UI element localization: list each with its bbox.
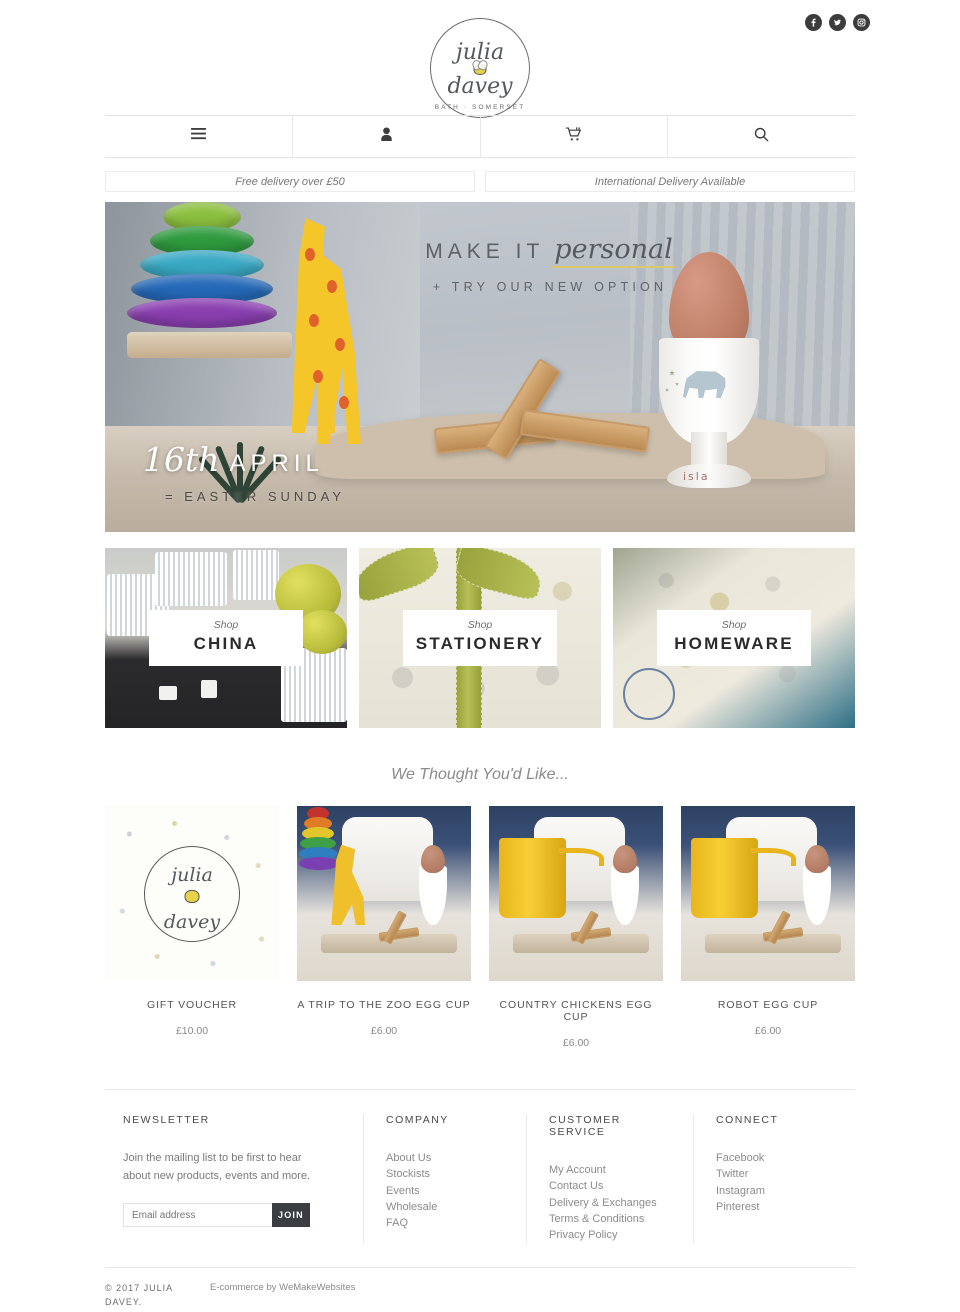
footer-link-contact-us[interactable]: Contact Us — [549, 1178, 671, 1194]
hero-line-3: + TRY OUR NEW OPTION — [432, 280, 668, 294]
product-image-robot-egg-cup[interactable] — [681, 806, 855, 981]
footer-link-faq[interactable]: FAQ — [386, 1215, 504, 1231]
category-shop-text: Shop — [213, 619, 239, 631]
footer-connect: CONNECT Facebook Twitter Instagram Pinte… — [693, 1114, 855, 1244]
nav-account-button[interactable] — [293, 116, 481, 157]
footer-link-facebook[interactable]: Facebook — [716, 1150, 833, 1166]
footer-link-delivery-exchanges[interactable]: Delivery & Exchanges — [549, 1195, 671, 1211]
promo-bars: Free delivery over £50 International Del… — [105, 158, 855, 202]
product-grid: julia davey GIFT VOUCHER £10.00 A TRIP T… — [105, 806, 855, 1049]
copyright-text: © 2017 JULIA DAVEY. — [105, 1283, 173, 1307]
nav-search-button[interactable] — [668, 116, 855, 157]
hero-headline: MAKE IT personal + TRY OUR NEW OPTION — [385, 234, 715, 294]
product-name: ROBOT EGG CUP — [717, 999, 819, 1011]
footer-link-privacy-policy[interactable]: Privacy Policy — [549, 1227, 671, 1243]
hero-line-1: MAKE IT — [425, 240, 545, 263]
ecommerce-credit[interactable]: E-commerce by WeMakeWebsites — [210, 1282, 355, 1309]
product-image-country-chickens-egg-cup[interactable] — [489, 806, 663, 981]
bee-icon — [473, 64, 487, 75]
category-card-china[interactable]: Shop CHINA — [105, 548, 347, 728]
category-card-homeware[interactable]: Shop HOMEWARE — [613, 548, 855, 728]
product-name: COUNTRY CHICKENS EGG CUP — [499, 999, 653, 1023]
category-cards: Shop CHINA Shop STATIONERY Shop HOMEWARE — [105, 548, 855, 728]
footer-heading: CUSTOMER SERVICE — [549, 1114, 621, 1138]
hero-date-month: APRIL — [229, 450, 324, 477]
category-card-stationery[interactable]: Shop STATIONERY — [359, 548, 601, 728]
category-label-stationery: Shop STATIONERY — [402, 610, 558, 666]
footer-link-stockists[interactable]: Stockists — [386, 1166, 504, 1182]
giraffe-toy — [283, 218, 365, 444]
footer-link-about-us[interactable]: About Us — [386, 1150, 504, 1166]
category-name-text: CHINA — [193, 634, 259, 653]
footer-link-twitter[interactable]: Twitter — [716, 1166, 833, 1182]
twitter-icon[interactable] — [829, 14, 846, 31]
product-card[interactable]: COUNTRY CHICKENS EGG CUP £6.00 — [489, 806, 663, 1049]
search-icon — [754, 127, 769, 147]
account-person-icon — [380, 126, 393, 147]
join-button[interactable]: JOIN — [272, 1203, 310, 1228]
egg-cup-personalisation: isla — [683, 470, 710, 483]
footer-link-instagram[interactable]: Instagram — [716, 1183, 833, 1199]
hero-date-number: 16th — [143, 440, 220, 479]
stacking-rings-toy — [298, 806, 339, 870]
nav-menu-button[interactable] — [105, 116, 293, 157]
footer-customer-service: CUSTOMER SERVICE My Account Contact Us D… — [526, 1114, 693, 1244]
promo-international-delivery: International Delivery Available — [485, 171, 855, 192]
main-nav — [105, 115, 855, 158]
product-price: £10.00 — [175, 1025, 209, 1037]
product-card[interactable]: julia davey GIFT VOUCHER £10.00 — [105, 806, 279, 1049]
hero-occasion: = EASTER SUNDAY — [165, 489, 346, 504]
hero-date-block: 16th APRIL = EASTER SUNDAY — [143, 440, 345, 504]
newsletter-form: JOIN — [123, 1203, 310, 1228]
product-price: £6.00 — [754, 1025, 782, 1037]
instagram-icon[interactable] — [853, 14, 870, 31]
category-name-text: STATIONERY — [415, 634, 545, 653]
product-name: GIFT VOUCHER — [147, 999, 237, 1011]
hero-line-2: personal — [552, 234, 675, 268]
email-field[interactable] — [123, 1203, 272, 1228]
product-card[interactable]: ROBOT EGG CUP £6.00 — [681, 806, 855, 1049]
hamburger-menu-icon — [190, 127, 206, 146]
footer-link-wholesale[interactable]: Wholesale — [386, 1199, 504, 1215]
category-name-text: HOMEWARE — [674, 634, 794, 653]
recommendations-title: We Thought You'd Like... — [391, 766, 569, 783]
footer-link-events[interactable]: Events — [386, 1183, 504, 1199]
newsletter-description: Join the mailing list to be first to hea… — [123, 1152, 311, 1182]
footer-company: COMPANY About Us Stockists Events Wholes… — [363, 1114, 526, 1244]
product-image-zoo-egg-cup[interactable] — [297, 806, 471, 981]
footer-link-my-account[interactable]: My Account — [549, 1162, 671, 1178]
product-name: A TRIP TO THE ZOO EGG CUP — [297, 999, 471, 1011]
footer-heading: NEWSLETTER — [123, 1114, 210, 1126]
footer-heading: COMPANY — [386, 1114, 449, 1126]
category-shop-text: Shop — [721, 619, 747, 631]
footer-divider — [105, 1267, 855, 1269]
nav-cart-button[interactable] — [481, 116, 669, 157]
footer-bottom-bar: © 2017 JULIA DAVEY. E-commerce by WeMake… — [105, 1268, 855, 1309]
hero-banner[interactable]: isla MAKE IT personal + TRY OUR NEW OPTIO… — [105, 202, 855, 532]
page-root: julia davey BATH · SOMERSET Free deliver… — [0, 0, 960, 1312]
category-label-homeware: Shop HOMEWARE — [656, 610, 812, 666]
footer-heading: CONNECT — [716, 1114, 779, 1126]
stacking-rings-toy — [127, 202, 292, 358]
footer-newsletter: NEWSLETTER Join the mailing list to be f… — [105, 1114, 363, 1243]
logo-line-2: davey — [447, 74, 513, 99]
category-label-china: Shop CHINA — [148, 610, 304, 666]
promo-free-delivery: Free delivery over £50 — [105, 171, 475, 192]
product-card[interactable]: A TRIP TO THE ZOO EGG CUP £6.00 — [297, 806, 471, 1049]
toast-soldiers — [425, 358, 665, 488]
footer-link-pinterest[interactable]: Pinterest — [716, 1199, 833, 1215]
shopping-cart-icon — [565, 126, 582, 147]
product-price: £6.00 — [370, 1025, 398, 1037]
site-footer: NEWSLETTER Join the mailing list to be f… — [105, 1089, 855, 1244]
social-links — [805, 14, 870, 31]
product-image-gift-voucher[interactable]: julia davey — [105, 806, 279, 981]
category-shop-text: Shop — [467, 619, 493, 631]
footer-link-terms-conditions[interactable]: Terms & Conditions — [549, 1211, 671, 1227]
logo-subtitle: BATH · SOMERSET — [434, 104, 526, 111]
brand-stamp-icon — [623, 668, 675, 720]
facebook-icon[interactable] — [805, 14, 822, 31]
product-price: £6.00 — [562, 1037, 590, 1049]
